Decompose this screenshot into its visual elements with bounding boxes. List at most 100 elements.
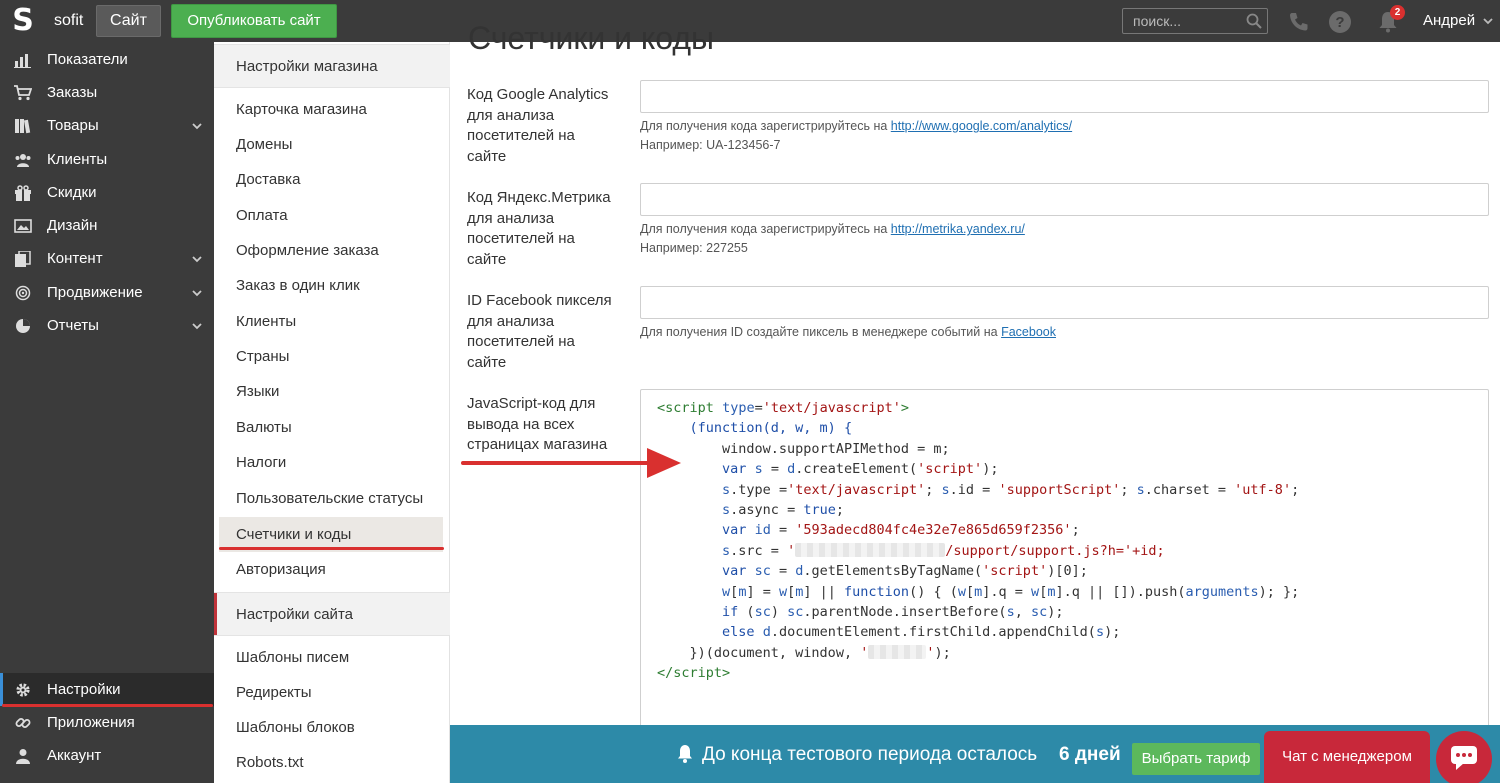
- main-content: Счетчики и коды Код Google Analytics для…: [450, 20, 1500, 783]
- submenu-item-custom-statuses[interactable]: Пользовательские статусы: [214, 481, 450, 516]
- sidebar-item-label: Товары: [47, 117, 99, 134]
- sidebar-item-design[interactable]: Дизайн: [0, 209, 214, 242]
- settings-submenu: Настройки магазина Карточка магазина Дом…: [214, 42, 450, 783]
- gift-icon: [15, 185, 31, 201]
- redacted-domain: [795, 542, 946, 557]
- chevron-down-icon: [192, 123, 202, 130]
- settings-annotation-underline: [2, 704, 213, 707]
- label-line: сайте: [467, 353, 507, 371]
- sidebar-item-discounts[interactable]: Скидки: [0, 176, 214, 209]
- trial-text: До конца тестового периода осталось: [702, 744, 1038, 765]
- publish-site-button[interactable]: Опубликовать сайт: [171, 4, 337, 38]
- help-icon[interactable]: ?: [1328, 10, 1352, 34]
- sidebar-item-label: Скидки: [47, 184, 97, 201]
- facebook-link[interactable]: Facebook: [1001, 325, 1056, 339]
- bar-chart-icon: [14, 54, 31, 68]
- yandex-metrika-hint: Для получения кода зарегистрируйтесь на …: [640, 219, 1025, 239]
- main-sidebar: Показатели Заказы Товары Клиенты Скидки …: [0, 42, 214, 783]
- user-menu[interactable]: Андрей: [1423, 0, 1475, 42]
- sidebar-item-orders[interactable]: Заказы: [0, 76, 214, 109]
- submenu-item-block-templates[interactable]: Шаблоны блоков: [214, 710, 450, 745]
- sidebar-item-content[interactable]: Контент: [0, 242, 214, 275]
- javascript-code-textarea[interactable]: <script type='text/javascript'> (functio…: [640, 389, 1489, 783]
- submenu-item-email-templates[interactable]: Шаблоны писем: [214, 640, 450, 675]
- yandex-metrika-input[interactable]: [640, 183, 1489, 216]
- sidebar-item-dashboard[interactable]: Показатели: [0, 43, 214, 76]
- google-analytics-example: Например: UA-123456-7: [640, 138, 781, 152]
- yandex-metrika-link[interactable]: http://metrika.yandex.ru/: [891, 222, 1025, 236]
- sidebar-item-label: Дизайн: [47, 217, 98, 234]
- submenu-item-domains[interactable]: Домены: [214, 127, 450, 162]
- sidebar-item-settings[interactable]: Настройки: [0, 673, 214, 706]
- submenu-item-one-click-order[interactable]: Заказ в один клик: [214, 268, 450, 303]
- label-line: JavaScript-код для: [467, 395, 596, 412]
- sidebar-item-account[interactable]: Аккаунт: [0, 739, 214, 772]
- submenu-item-countries[interactable]: Страны: [214, 339, 450, 374]
- notifications-badge: 2: [1390, 5, 1405, 20]
- chevron-down-icon[interactable]: [1482, 16, 1494, 26]
- chat-fab-button[interactable]: [1436, 731, 1492, 783]
- sidebar-item-label: Заказы: [47, 84, 98, 101]
- sidebar-item-label: Отчеты: [47, 317, 99, 334]
- users-icon: [15, 154, 31, 167]
- sidebar-item-products[interactable]: Товары: [0, 109, 214, 142]
- label-line: сайте: [467, 250, 507, 268]
- label-line: вывода на всех: [467, 415, 575, 433]
- submenu-item-delivery[interactable]: Доставка: [214, 162, 450, 197]
- choose-tariff-button[interactable]: Выбрать тариф: [1132, 743, 1260, 775]
- sofit-logo-icon[interactable]: S: [8, 4, 38, 38]
- submenu-item-authorization[interactable]: Авторизация: [214, 552, 450, 587]
- cart-icon: [14, 85, 32, 101]
- yandex-metrika-example: Например: 227255: [640, 241, 748, 255]
- search-input[interactable]: [1123, 9, 1243, 33]
- yandex-metrika-label: Код Яндекс.Метрика для анализа посетител…: [467, 188, 627, 270]
- site-button[interactable]: Сайт: [96, 5, 161, 37]
- facebook-pixel-hint: Для получения ID создайте пиксель в мене…: [640, 322, 1056, 342]
- sidebar-item-apps[interactable]: Приложения: [0, 706, 214, 739]
- image-icon: [14, 219, 32, 233]
- user-icon: [16, 749, 30, 764]
- submenu-item-languages[interactable]: Языки: [214, 374, 450, 409]
- chat-bubble-icon: [1451, 746, 1477, 770]
- chevron-down-icon: [192, 256, 202, 263]
- submenu-item-store-card[interactable]: Карточка магазина: [214, 92, 450, 127]
- submenu-item-currencies[interactable]: Валюты: [214, 410, 450, 445]
- submenu-item-redirects[interactable]: Редиректы: [214, 675, 450, 710]
- submenu-item-payment[interactable]: Оплата: [214, 198, 450, 233]
- facebook-pixel-input[interactable]: [640, 286, 1489, 319]
- chat-with-manager-button[interactable]: Чат с менеджером: [1264, 731, 1430, 783]
- redacted-method: [868, 644, 927, 659]
- top-bar: S sofit Сайт Опубликовать сайт ? 2 Андре…: [0, 0, 1500, 42]
- submenu-item-clients[interactable]: Клиенты: [214, 304, 450, 339]
- label-line: посетителей на: [467, 230, 575, 247]
- gear-icon: [16, 683, 30, 697]
- phone-icon[interactable]: [1287, 10, 1311, 34]
- search-box[interactable]: [1122, 8, 1268, 34]
- google-analytics-link[interactable]: http://www.google.com/analytics/: [891, 119, 1072, 133]
- bell-icon: [678, 745, 692, 763]
- label-line: Код Яндекс.Метрика: [467, 189, 611, 206]
- search-icon[interactable]: [1245, 12, 1263, 30]
- facebook-pixel-label: ID Facebook пикселя для анализа посетите…: [467, 291, 627, 373]
- brand-name: sofit: [54, 12, 84, 29]
- sidebar-item-label: Продвижение: [47, 284, 143, 301]
- sidebar-item-promotion[interactable]: Продвижение: [0, 276, 214, 309]
- sidebar-item-label: Контент: [47, 250, 103, 267]
- store-settings-header[interactable]: Настройки магазина: [214, 44, 450, 88]
- sidebar-item-clients[interactable]: Клиенты: [0, 143, 214, 176]
- submenu-item-taxes[interactable]: Налоги: [214, 445, 450, 480]
- google-analytics-input[interactable]: [640, 80, 1489, 113]
- svg-text:?: ?: [1335, 14, 1344, 31]
- submenu-item-checkout[interactable]: Оформление заказа: [214, 233, 450, 268]
- page-title: Счетчики и коды: [468, 20, 715, 56]
- site-settings-header[interactable]: Настройки сайта: [214, 592, 450, 636]
- submenu-item-robots-txt[interactable]: Robots.txt: [214, 745, 450, 780]
- label-line: Код Google Analytics: [467, 86, 609, 103]
- javascript-code-content[interactable]: <script type='text/javascript'> (functio…: [657, 398, 1299, 684]
- label-line: сайте: [467, 147, 507, 165]
- label-line: для анализа: [467, 209, 555, 227]
- label-line: для анализа: [467, 106, 555, 124]
- sidebar-item-label: Клиенты: [47, 151, 108, 168]
- sidebar-item-reports[interactable]: Отчеты: [0, 309, 214, 342]
- sidebar-item-label: Аккаунт: [47, 747, 102, 764]
